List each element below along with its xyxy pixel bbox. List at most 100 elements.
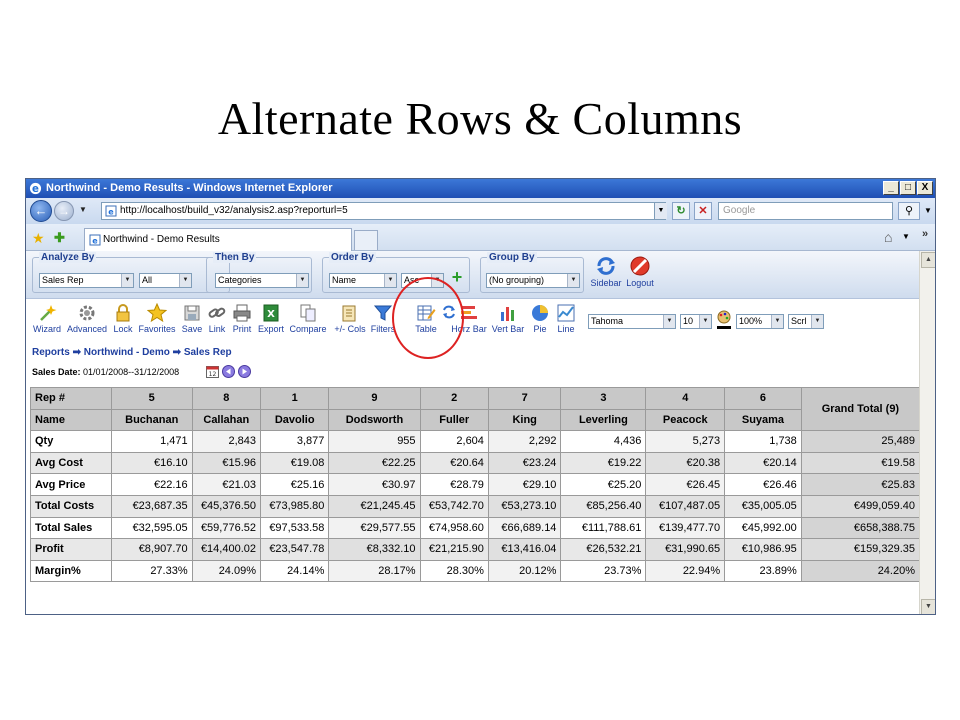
horz-bar-button[interactable]: Horz Bar (450, 303, 488, 334)
link-button[interactable]: Link (206, 303, 228, 334)
vertical-scrollbar[interactable]: ▲ ▼ (919, 251, 935, 614)
grand-total-header[interactable]: Grand Total (9) (800, 386, 919, 432)
rep-number-cell[interactable]: 1 (259, 387, 330, 410)
chevron-down-icon: ▼ (811, 315, 823, 328)
favorites-star-icon[interactable]: ★ (32, 230, 45, 247)
breadcrumb-reports-link[interactable]: Reports (32, 347, 70, 358)
group-by-select[interactable]: (No grouping) ▼ (486, 273, 580, 288)
date-filter: Sales Date: 01/01/2008--31/12/2008 (32, 367, 179, 377)
rep-number-cell[interactable]: 3 (560, 387, 647, 410)
rep-name-cell[interactable]: Suyama (724, 408, 802, 432)
add-favorite-icon[interactable]: ✚ (54, 230, 65, 246)
analyze-by-select[interactable]: Sales Rep ▼ (39, 273, 134, 288)
order-direction-select[interactable]: Asc ▼ (401, 273, 444, 288)
tab-bar: ★ ✚ e Northwind - Demo Results ⌂ ▼ » (26, 224, 935, 251)
table-cell: 24.14% (259, 559, 330, 583)
table-cell: 27.33% (110, 559, 193, 583)
back-button[interactable]: ← (30, 200, 52, 222)
home-dropdown-icon[interactable]: ▼ (902, 232, 910, 241)
table-cell: €21,215.90 (419, 538, 489, 561)
order-by-select[interactable]: Name ▼ (329, 273, 397, 288)
printer-icon (233, 304, 251, 322)
url-input[interactable]: e http://localhost/build_v32/analysis2.a… (101, 202, 666, 220)
favorites-button[interactable]: Favorites (136, 303, 178, 334)
table-header-row: Rep #5 8 1 9 2 7 3 4 6 Grand Total (9) (30, 386, 919, 432)
compare-pages-icon (300, 304, 316, 322)
rep-name-cell[interactable]: Peacock (645, 408, 726, 432)
browser-window: e Northwind - Demo Results - Windows Int… (25, 178, 936, 615)
breadcrumb-demo-link[interactable]: Northwind - Demo (84, 347, 170, 358)
rep-name-cell[interactable]: Buchanan (110, 408, 193, 432)
history-dropdown-icon[interactable]: ▼ (79, 205, 87, 214)
rep-number-cell[interactable]: 9 (328, 387, 421, 410)
vert-bar-button[interactable]: Vert Bar (490, 303, 526, 334)
browser-tab[interactable]: e Northwind - Demo Results (84, 228, 352, 251)
window-titlebar[interactable]: e Northwind - Demo Results - Windows Int… (26, 179, 935, 198)
font-select[interactable]: Tahoma ▼ (588, 314, 676, 329)
color-palette-icon[interactable] (716, 310, 732, 330)
close-button[interactable]: X (917, 181, 933, 195)
scroll-up-icon[interactable]: ▲ (921, 252, 935, 268)
pie-button[interactable]: Pie (528, 303, 552, 334)
breadcrumb-rep-link[interactable]: Sales Rep (184, 347, 232, 358)
rep-name-cell[interactable]: King (487, 408, 562, 432)
rep-name-cell[interactable]: Davolio (259, 408, 330, 432)
sidebar-button[interactable]: Sidebar (588, 255, 624, 288)
refresh-icon[interactable]: ↻ (672, 202, 690, 220)
forward-button[interactable]: → (54, 201, 74, 221)
font-size-select[interactable]: 10 ▼ (680, 314, 712, 329)
table-cell: 5,273 (645, 430, 726, 453)
table-cell: €10,986.95 (724, 538, 802, 561)
scroll-select[interactable]: Scrl ▼ (788, 314, 824, 329)
search-dropdown-icon[interactable]: ▼ (922, 202, 934, 220)
table-cell: €22.16 (110, 473, 193, 496)
filters-button[interactable]: Filters (370, 303, 396, 334)
logout-button[interactable]: Logout (622, 255, 658, 288)
rep-number-cell[interactable]: 7 (487, 387, 562, 410)
more-chevron-icon[interactable]: » (922, 228, 928, 240)
wizard-button[interactable]: Wizard (31, 303, 63, 334)
rep-number-cell[interactable]: 2 (419, 387, 489, 410)
grand-total-cell: €19.58 (800, 451, 919, 475)
print-button[interactable]: Print (230, 303, 254, 334)
analyze-by-filter-select[interactable]: All ▼ (139, 273, 192, 288)
save-button[interactable]: Save (180, 303, 204, 334)
line-button[interactable]: Line (554, 303, 578, 334)
search-input[interactable]: Google (718, 202, 893, 220)
funnel-icon (373, 305, 393, 321)
previous-period-icon[interactable] (222, 365, 235, 378)
search-icon[interactable]: ⚲ (898, 202, 920, 220)
then-by-select[interactable]: Categories ▼ (215, 273, 309, 288)
page-content: Analyze By Sales Rep ▼ All ▼ Then By Categ… (26, 251, 919, 614)
columns-edit-icon (342, 305, 356, 322)
add-order-icon[interactable]: + (449, 268, 465, 286)
advanced-button[interactable]: Advanced (65, 303, 109, 334)
rep-name-cell[interactable]: Leverling (560, 408, 647, 432)
rep-number-cell[interactable]: 5 (110, 387, 193, 410)
table-cell: €139,477.70 (645, 516, 726, 540)
stop-icon[interactable]: ✕ (694, 202, 712, 220)
svg-text:12: 12 (209, 371, 217, 378)
table-view-button[interactable]: Table (412, 303, 440, 334)
home-icon[interactable]: ⌂ (884, 229, 892, 245)
columns-button[interactable]: +/- Cols (332, 303, 368, 334)
compare-button[interactable]: Compare (288, 303, 328, 334)
rep-name-cell[interactable]: Callahan (191, 408, 262, 432)
zoom-select[interactable]: 100% ▼ (736, 314, 784, 329)
rep-name-cell[interactable]: Fuller (419, 408, 489, 432)
rep-number-cell[interactable]: 6 (724, 387, 802, 410)
rep-name-cell[interactable]: Dodsworth (328, 408, 421, 432)
rep-number-cell[interactable]: 4 (645, 387, 726, 410)
calendar-icon[interactable]: 12 (206, 365, 219, 378)
url-dropdown-icon[interactable]: ▼ (654, 203, 667, 219)
export-button[interactable]: X Export (256, 303, 286, 334)
table-cell: 23.89% (724, 559, 802, 583)
maximize-button[interactable]: □ (900, 181, 916, 195)
rep-number-cell[interactable]: 8 (191, 387, 262, 410)
scroll-down-icon[interactable]: ▼ (921, 599, 935, 614)
table-cell: €13,416.04 (487, 538, 562, 561)
minimize-button[interactable]: _ (883, 181, 899, 195)
next-period-icon[interactable] (238, 365, 251, 378)
lock-button[interactable]: Lock (112, 303, 134, 334)
new-tab-button[interactable] (354, 230, 378, 250)
